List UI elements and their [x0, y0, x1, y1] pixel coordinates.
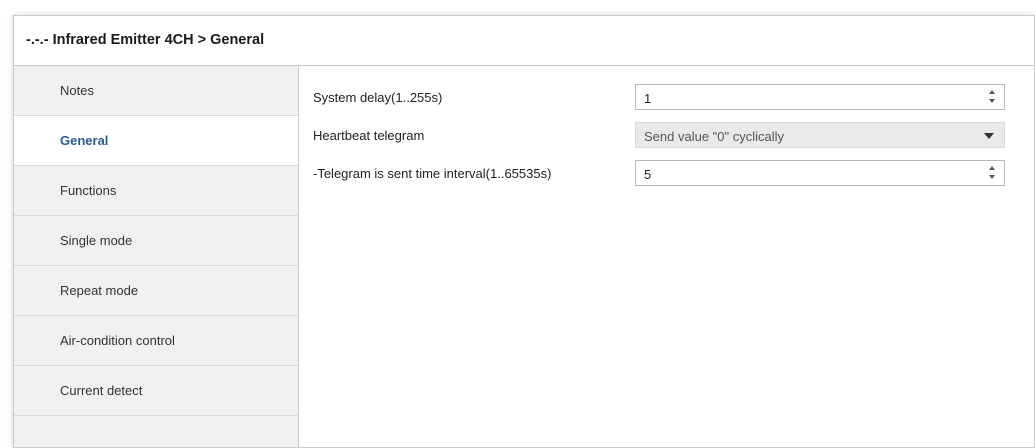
- system-delay-label: System delay(1..255s): [313, 90, 443, 105]
- system-delay-input[interactable]: 1: [635, 84, 1005, 110]
- spin-down-icon[interactable]: [989, 99, 995, 103]
- spin-down-icon[interactable]: [989, 175, 995, 179]
- sidebar-item-general[interactable]: General: [14, 116, 298, 166]
- sidebar-item-air-condition-control[interactable]: Air-condition control: [14, 316, 298, 366]
- chevron-down-icon[interactable]: [984, 133, 994, 139]
- heartbeat-label: Heartbeat telegram: [313, 128, 425, 143]
- interval-spinner[interactable]: [989, 164, 998, 182]
- system-delay-value[interactable]: 1: [644, 91, 651, 106]
- title-bar: -.-.- Infrared Emitter 4CH > General: [14, 16, 1034, 66]
- interval-input[interactable]: 5: [635, 160, 1005, 186]
- system-delay-spinner[interactable]: [989, 88, 998, 106]
- heartbeat-select[interactable]: Send value "0" cyclically: [635, 122, 1005, 148]
- system-delay-row: System delay(1..255s) 1: [313, 84, 1034, 110]
- sidebar-item-single-mode[interactable]: Single mode: [14, 216, 298, 266]
- interval-label: -Telegram is sent time interval(1..65535…: [313, 166, 552, 181]
- sidebar: Notes General Functions Single mode Repe…: [14, 66, 299, 447]
- sidebar-item-notes[interactable]: Notes: [14, 66, 298, 116]
- heartbeat-value[interactable]: Send value "0" cyclically: [644, 129, 784, 144]
- spin-up-icon[interactable]: [989, 166, 995, 170]
- sidebar-item-repeat-mode[interactable]: Repeat mode: [14, 266, 298, 316]
- heartbeat-row: Heartbeat telegram Send value "0" cyclic…: [313, 122, 1034, 148]
- spin-up-icon[interactable]: [989, 90, 995, 94]
- parameter-panel: System delay(1..255s) 1 Heartbeat telegr…: [299, 66, 1034, 447]
- sidebar-item-functions[interactable]: Functions: [14, 166, 298, 216]
- parameter-window: -.-.- Infrared Emitter 4CH > General Not…: [13, 15, 1035, 448]
- window-title: -.-.- Infrared Emitter 4CH > General: [26, 32, 265, 48]
- sidebar-item-current-detect[interactable]: Current detect: [14, 366, 298, 416]
- interval-value[interactable]: 5: [644, 167, 651, 182]
- interval-row: -Telegram is sent time interval(1..65535…: [313, 160, 1034, 186]
